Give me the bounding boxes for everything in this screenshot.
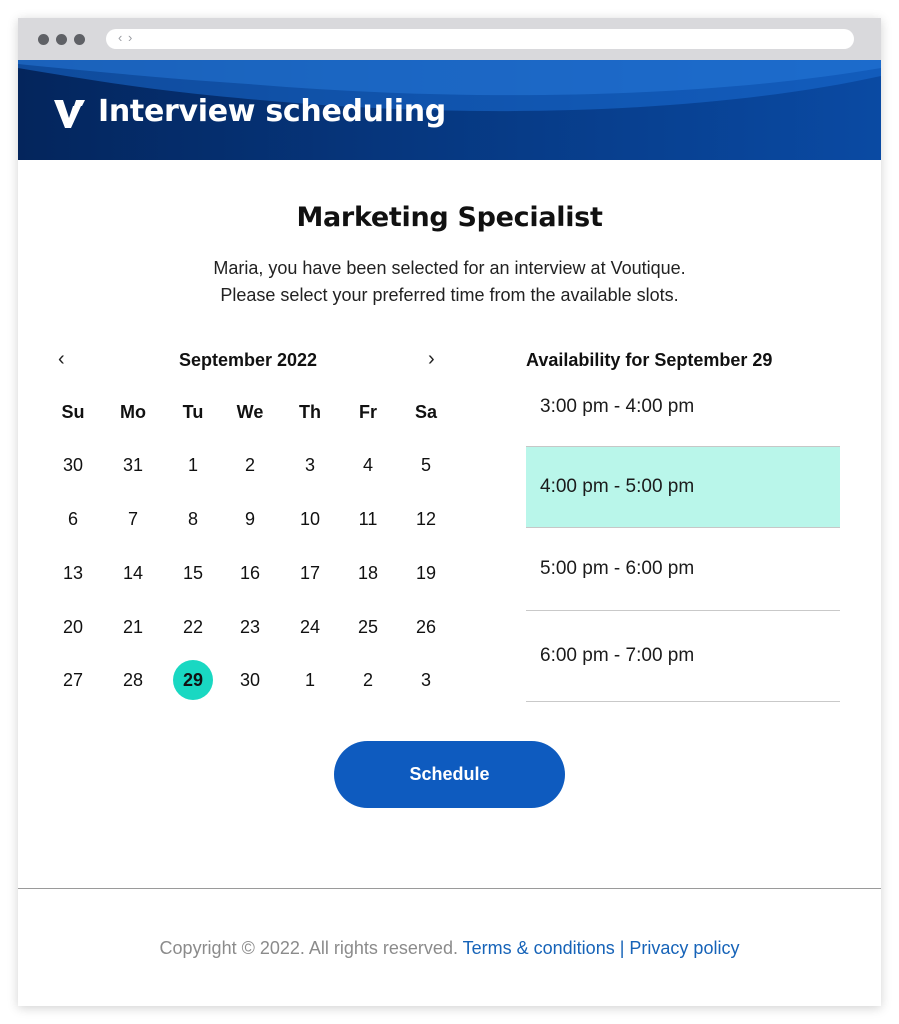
privacy-link[interactable]: Privacy policy [629,938,739,958]
calendar-day[interactable]: 24 [290,607,330,647]
window-dot-icon[interactable] [56,34,67,45]
calendar-day[interactable]: 14 [113,553,153,593]
calendar-day-selected[interactable]: 29 [173,660,213,700]
calendar-day[interactable]: 27 [53,660,93,700]
calendar-day[interactable]: 31 [113,445,153,485]
intro-text-line-1: Maria, you have been selected for an int… [213,258,686,278]
calendar-day[interactable]: 3 [406,660,446,700]
calendar-day[interactable]: 20 [53,607,93,647]
browser-window: ‹ › Interview scheduling Marketing Speci… [18,18,881,1006]
calendar-day[interactable]: 2 [348,660,388,700]
calendar-day[interactable]: 9 [230,499,270,539]
weekday-header: We [236,402,264,422]
calendar-day[interactable]: 5 [406,445,446,485]
window-dot-icon[interactable] [74,34,85,45]
calendar-day[interactable]: 10 [290,499,330,539]
window-dot-icon[interactable] [38,34,49,45]
voutique-logo-icon [54,100,85,128]
calendar-day[interactable]: 23 [230,607,270,647]
calendar-day[interactable]: 7 [113,499,153,539]
chevron-left-icon[interactable]: ‹ [58,348,65,371]
footer: Copyright © 2022. All rights reserved. T… [18,938,881,959]
calendar-day[interactable]: 25 [348,607,388,647]
calendar-day[interactable]: 1 [173,445,213,485]
weekday-header: Tu [182,402,204,422]
app-title: Interview scheduling [98,94,446,129]
job-title: Marketing Specialist [296,202,603,233]
slot-divider [526,610,840,611]
calendar-day[interactable]: 17 [290,553,330,593]
calendar-day[interactable]: 13 [53,553,93,593]
footer-separator: | [619,938,625,958]
calendar-day[interactable]: 28 [113,660,153,700]
terms-link[interactable]: Terms & conditions [463,938,615,958]
slot-divider [526,701,840,702]
calendar-day[interactable]: 8 [173,499,213,539]
calendar-day[interactable]: 3 [290,445,330,485]
calendar-day[interactable]: 1 [290,660,330,700]
browser-chrome: ‹ › [18,18,881,60]
calendar-day[interactable]: 30 [53,445,93,485]
calendar-day[interactable]: 18 [348,553,388,593]
weekday-header: Mo [120,402,146,422]
calendar-day[interactable]: 11 [348,499,388,539]
header-banner: Interview scheduling [18,60,881,160]
calendar-day[interactable]: 19 [406,553,446,593]
calendar-day[interactable]: 16 [230,553,270,593]
weekday-header: Fr [359,402,377,422]
calendar-day[interactable]: 22 [173,607,213,647]
address-bar[interactable]: ‹ › [106,29,854,49]
calendar-day[interactable]: 4 [348,445,388,485]
calendar-day[interactable]: 2 [230,445,270,485]
calendar-day[interactable]: 26 [406,607,446,647]
calendar-day[interactable]: 6 [53,499,93,539]
chevron-right-icon[interactable]: › [428,348,435,371]
time-slot[interactable]: 3:00 pm - 4:00 pm [526,368,840,446]
time-slot[interactable]: 5:00 pm - 6:00 pm [526,528,840,610]
intro-text-line-2: Please select your preferred time from t… [220,285,679,305]
time-slot[interactable]: 4:00 pm - 5:00 pm [526,446,840,528]
code-brackets-icon: ‹ › [118,30,134,45]
weekday-header: Th [299,402,321,422]
calendar-day[interactable]: 30 [230,660,270,700]
calendar-month-title: September 2022 [178,350,318,370]
weekday-header: Su [61,402,85,422]
calendar-day[interactable]: 12 [406,499,446,539]
time-slot[interactable]: 6:00 pm - 7:00 pm [526,610,840,702]
copyright-text: Copyright © 2022. All rights reserved. [159,938,458,958]
footer-divider [18,888,881,889]
calendar-day[interactable]: 21 [113,607,153,647]
schedule-button[interactable]: Schedule [334,741,565,808]
weekday-header: Sa [414,402,438,422]
calendar-day[interactable]: 15 [173,553,213,593]
